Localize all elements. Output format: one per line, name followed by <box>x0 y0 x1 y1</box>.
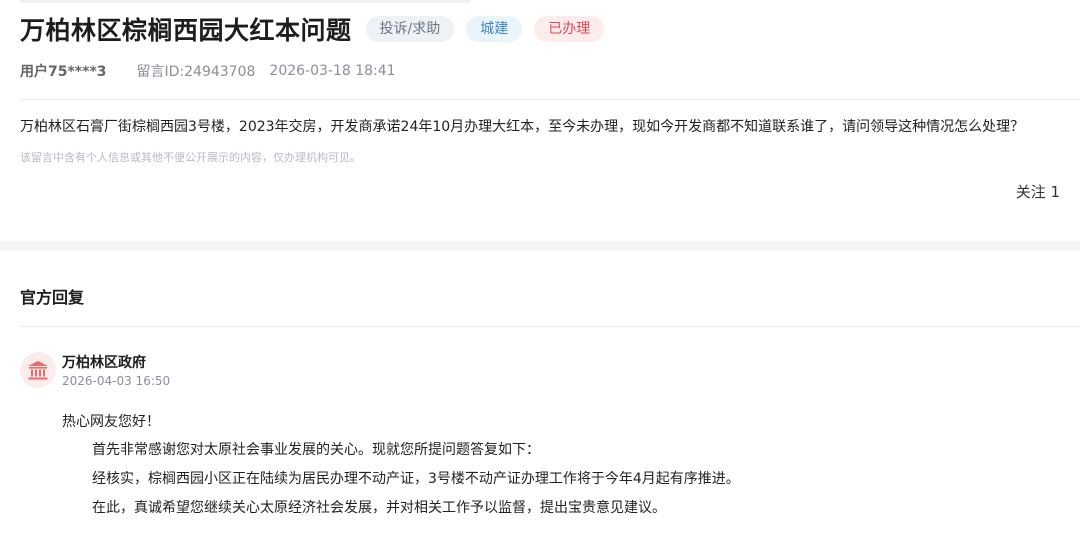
user-name: 用户75****3 <box>20 64 107 80</box>
status-badge: 已办理 <box>534 16 605 42</box>
government-building-icon <box>28 361 48 380</box>
reply-greeting: 热心网友您好！ <box>62 414 160 430</box>
top-scroll-strip <box>20 0 470 3</box>
follow-button[interactable]: 关注 1 <box>1016 181 1060 202</box>
title-row: 万柏林区棕榈西园大红本问题 投诉/求助 城建 已办理 <box>20 12 605 46</box>
page-title: 万柏林区棕榈西园大红本问题 <box>20 16 352 45</box>
type-tag: 投诉/求助 <box>365 16 455 42</box>
reply-datetime: 2026-04-03 16:50 <box>62 374 171 388</box>
reply-divider <box>20 326 1080 327</box>
message-id: 留言ID:24943708 <box>136 64 256 80</box>
question-meta: 用户75****3 留言ID:24943708 2026-03-18 18:41 <box>20 61 396 81</box>
meta-divider <box>20 99 1080 100</box>
privacy-notice: 该留言中含有个人信息或其他不便公开展示的内容，仅办理机构可见。 <box>20 151 361 164</box>
question-content: 万柏林区石膏厂街棕榈西园3号楼，2023年交房，开发商承诺24年10月办理大红本… <box>20 119 1025 135</box>
category-tag: 城建 <box>466 16 523 42</box>
question-datetime: 2026-03-18 18:41 <box>269 63 396 79</box>
reply-paragraph: 首先非常感谢您对太原社会事业发展的关心。现就您所提问题答复如下： <box>92 442 540 458</box>
reply-org-name: 万柏林区政府 <box>62 355 146 371</box>
official-reply-heading: 官方回复 <box>20 288 85 307</box>
reply-paragraph: 经核实，棕榈西园小区正在陆续为居民办理不动产证，3号楼不动产证办理工作将于今年4… <box>92 471 740 487</box>
avatar <box>20 352 56 388</box>
section-separator <box>0 241 1080 251</box>
reply-paragraph: 在此，真诚希望您继续关心太原经济社会发展，并对相关工作予以监督，提出宝贵意见建议… <box>92 500 666 516</box>
